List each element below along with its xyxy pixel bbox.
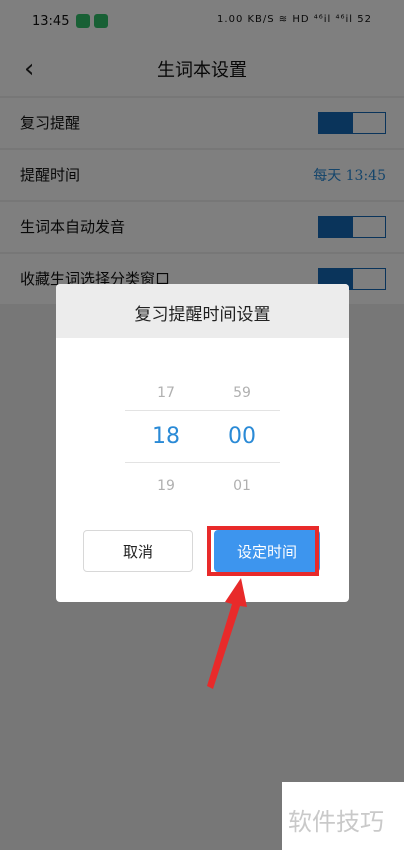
watermark: 软件技巧	[282, 782, 404, 850]
annotation-arrow-icon	[207, 578, 247, 689]
watermark-text: 软件技巧	[288, 808, 384, 836]
